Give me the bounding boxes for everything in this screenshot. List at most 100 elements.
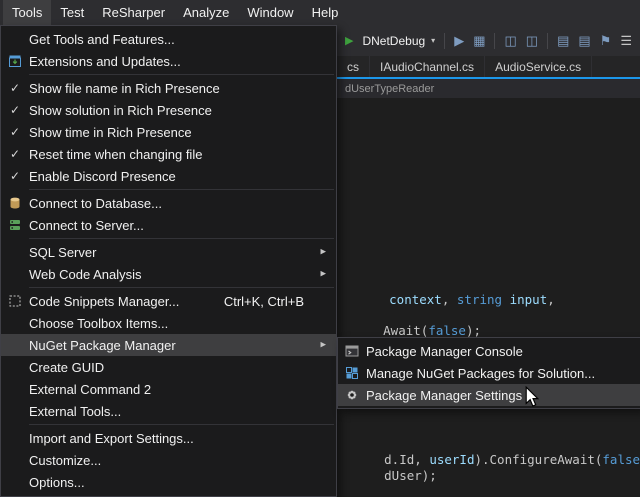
tab-label: cs — [347, 60, 359, 74]
menu-item-label: Reset time when changing file — [29, 147, 330, 162]
new-window-icon[interactable]: ◫ — [504, 34, 516, 47]
menu-item-label: NuGet Package Manager — [29, 338, 330, 353]
hamburger-menu-icon[interactable]: ☰ — [620, 34, 632, 47]
menu-item-create-guid[interactable]: Create GUID — [1, 356, 336, 378]
menubar-item-analyze[interactable]: Analyze — [174, 0, 238, 25]
menu-item-package-manager-console[interactable]: Package Manager Console — [338, 340, 640, 362]
menubar-item-tools[interactable]: Tools — [3, 0, 51, 25]
menu-gutter — [338, 387, 366, 403]
debug-target-label: DNetDebug — [362, 34, 425, 48]
toolbar-separator — [547, 33, 548, 49]
menu-gutter: ✓ — [1, 126, 29, 138]
submenu-arrow-icon: ▸ — [320, 340, 326, 351]
menu-item-package-manager-settings[interactable]: Package Manager Settings — [338, 384, 640, 406]
menu-item-label: Show file name in Rich Presence — [29, 81, 330, 96]
menu-item-options[interactable]: Options... — [1, 471, 336, 493]
menu-item-label: Package Manager Settings — [366, 388, 634, 403]
menu-item-customize[interactable]: Customize... — [1, 449, 336, 471]
menu-item-import-and-export-settings[interactable]: Import and Export Settings... — [1, 427, 336, 449]
console-icon — [344, 343, 360, 359]
menu-gutter — [338, 365, 366, 381]
mouse-cursor — [524, 386, 540, 408]
menu-item-label: SQL Server — [29, 245, 330, 260]
tab-label: AudioService.cs — [495, 60, 581, 74]
menu-separator — [29, 424, 334, 425]
menu-item-label: Import and Export Settings... — [29, 431, 330, 446]
menu-item-label: Choose Toolbox Items... — [29, 316, 330, 331]
menubar-item-resharper[interactable]: ReSharper — [93, 0, 174, 25]
menu-item-label: Create GUID — [29, 360, 330, 375]
menu-item-label: Enable Discord Presence — [29, 169, 330, 184]
menu-item-show-solution-rich-presence[interactable]: ✓ Show solution in Rich Presence — [1, 99, 336, 121]
build-grid-icon[interactable]: ▦ — [473, 34, 485, 47]
menu-item-sql-server[interactable]: SQL Server ▸ — [1, 241, 336, 263]
menu-gutter — [1, 217, 29, 233]
nuget-package-manager-submenu: Package Manager Console Manage NuGet Pac… — [337, 337, 640, 409]
menu-item-label: Manage NuGet Packages for Solution... — [366, 366, 634, 381]
code-line: se); — [339, 482, 414, 497]
menu-item-get-tools-and-features[interactable]: Get Tools and Features... — [1, 28, 336, 50]
menu-separator — [29, 238, 334, 239]
submenu-arrow-icon: ▸ — [320, 269, 326, 280]
copy-window-icon[interactable]: ◫ — [526, 34, 538, 47]
menu-separator — [29, 189, 334, 190]
menubar-item-help[interactable]: Help — [303, 0, 348, 25]
gear-icon — [344, 387, 360, 403]
chevron-down-icon: ▾ — [431, 36, 435, 45]
menu-item-label: External Command 2 — [29, 382, 330, 397]
check-icon: ✓ — [10, 148, 20, 160]
menu-item-label: Customize... — [29, 453, 330, 468]
breadcrumb[interactable]: dUserTypeReader — [345, 83, 434, 95]
menu-item-web-code-analysis[interactable]: Web Code Analysis ▸ — [1, 263, 336, 285]
menu-item-label: Get Tools and Features... — [29, 32, 330, 47]
menu-separator — [29, 287, 334, 288]
bookmark-icon[interactable]: ⚑ — [600, 34, 612, 47]
toolbar-separator — [494, 33, 495, 49]
tab-audioservice[interactable]: AudioService.cs — [485, 56, 592, 77]
menubar-item-window[interactable]: Window — [238, 0, 302, 25]
line-numbers-icon[interactable]: ▤ — [557, 34, 569, 47]
menubar-item-test[interactable]: Test — [51, 0, 93, 25]
check-icon: ✓ — [10, 126, 20, 138]
menu-item-connect-to-server[interactable]: Connect to Server... — [1, 214, 336, 236]
menu-item-nuget-package-manager[interactable]: NuGet Package Manager ▸ — [1, 334, 336, 356]
check-icon: ✓ — [10, 170, 20, 182]
menu-item-extensions-and-updates[interactable]: Extensions and Updates... — [1, 50, 336, 72]
tab-partial[interactable]: cs — [337, 56, 370, 77]
menu-item-show-file-name-rich-presence[interactable]: ✓ Show file name in Rich Presence — [1, 77, 336, 99]
menu-item-label: Web Code Analysis — [29, 267, 330, 282]
menu-item-label: External Tools... — [29, 404, 330, 419]
attach-icon[interactable]: ▶ — [454, 34, 464, 47]
menu-item-label: Extensions and Updates... — [29, 54, 330, 69]
check-icon: ✓ — [10, 104, 20, 116]
sort-lines-icon[interactable]: ▤ — [578, 34, 590, 47]
menu-item-enable-discord-presence[interactable]: ✓ Enable Discord Presence — [1, 165, 336, 187]
menu-item-connect-to-database[interactable]: Connect to Database... — [1, 192, 336, 214]
menu-gutter — [1, 293, 29, 309]
tab-iaudiochannel[interactable]: IAudioChannel.cs — [370, 56, 485, 77]
menu-item-manage-nuget-packages-for-solution[interactable]: Manage NuGet Packages for Solution... — [338, 362, 640, 384]
tab-label: IAudioChannel.cs — [380, 60, 474, 74]
menu-item-external-command-2[interactable]: External Command 2 — [1, 378, 336, 400]
visual-studio-window: Tools Test ReSharper Analyze Window Help… — [0, 0, 640, 497]
menu-gutter: ✓ — [1, 82, 29, 94]
menu-item-shortcut: Ctrl+K, Ctrl+B — [224, 294, 304, 309]
menu-gutter — [338, 343, 366, 359]
tools-menu: Get Tools and Features... Extensions and… — [0, 25, 337, 497]
menu-item-label: Package Manager Console — [366, 344, 634, 359]
menu-item-code-snippets-manager[interactable]: Code Snippets Manager... Ctrl+K, Ctrl+B — [1, 290, 336, 312]
start-debug-icon[interactable]: ▶ — [345, 34, 353, 47]
menu-item-external-tools[interactable]: External Tools... — [1, 400, 336, 422]
database-icon — [7, 195, 23, 211]
menu-gutter — [1, 195, 29, 211]
menu-item-label: Show solution in Rich Presence — [29, 103, 330, 118]
menu-item-label: Options... — [29, 475, 330, 490]
submenu-arrow-icon: ▸ — [320, 247, 326, 258]
server-icon — [7, 217, 23, 233]
menu-item-choose-toolbox-items[interactable]: Choose Toolbox Items... — [1, 312, 336, 334]
menu-item-show-time-rich-presence[interactable]: ✓ Show time in Rich Presence — [1, 121, 336, 143]
menu-item-label: Connect to Database... — [29, 196, 330, 211]
menu-gutter: ✓ — [1, 170, 29, 182]
debug-target-dropdown[interactable]: DNetDebug ▾ — [362, 34, 435, 48]
menu-item-reset-time-when-changing-file[interactable]: ✓ Reset time when changing file — [1, 143, 336, 165]
